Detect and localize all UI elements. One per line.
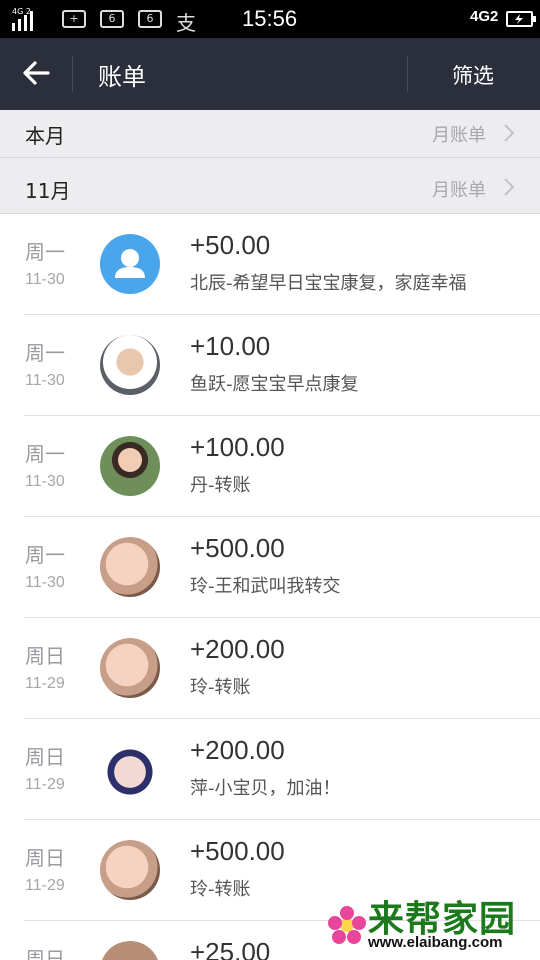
avatar — [100, 941, 160, 960]
clock: 15:56 — [242, 6, 298, 31]
header-bar: 账单 筛选 — [0, 38, 540, 110]
divider — [407, 56, 408, 92]
divider — [72, 56, 73, 92]
date: 11-30 — [25, 372, 65, 389]
status-bar: 4G 2 + 6 6 支 15:56 4G2 — [0, 0, 540, 38]
amount: +25.00 — [190, 937, 271, 960]
monthly-bill-link[interactable]: 月账单 — [432, 176, 486, 202]
flower-icon — [328, 906, 366, 944]
network-indicator: 4G2 — [470, 8, 499, 25]
weekday: 周一 — [25, 543, 65, 567]
date: 11-29 — [25, 776, 65, 793]
list-item[interactable]: 周一 11-30 +10.00 鱼跃-愿宝宝早点康复 — [0, 315, 540, 416]
filter-button[interactable]: 筛选 — [452, 60, 494, 90]
note: 鱼跃-愿宝宝早点康复 — [190, 374, 359, 395]
note: 北辰-希望早日宝宝康复，家庭幸福 — [190, 273, 467, 294]
section-this-month[interactable]: 本月 月账单 — [0, 110, 540, 158]
watermark-url: www.elaibang.com — [368, 934, 503, 951]
watermark-logo: 来帮家园 www.elaibang.com — [322, 890, 534, 954]
monthly-bill-link[interactable]: 月账单 — [432, 121, 486, 147]
amount: +10.00 — [190, 331, 271, 361]
weekday: 周日 — [25, 846, 65, 870]
list-item[interactable]: 周日 11-29 +200.00 玲-转账 — [0, 618, 540, 719]
avatar — [100, 537, 160, 597]
avatar — [100, 335, 160, 395]
list-item[interactable]: 周一 11-30 +100.00 丹-转账 — [0, 416, 540, 517]
chevron-right-icon — [504, 124, 515, 142]
amount: +500.00 — [190, 836, 285, 866]
page-title: 账单 — [98, 63, 146, 91]
avatar — [100, 436, 160, 496]
date: 11-30 — [25, 473, 65, 490]
default-user-icon — [115, 249, 145, 278]
avatar — [100, 739, 160, 799]
alipay-icon: 支 — [176, 11, 196, 35]
amount: +50.00 — [190, 230, 271, 260]
amount: +200.00 — [190, 634, 285, 664]
section-november[interactable]: 11月 月账单 — [0, 158, 540, 214]
sim-6-icon: 6 — [100, 10, 124, 28]
note: 玲-转账 — [190, 677, 251, 698]
date: 11-29 — [25, 877, 65, 894]
weekday: 周日 — [25, 745, 65, 769]
section-label: 11月 — [25, 179, 71, 203]
weekday: 周一 — [25, 341, 65, 365]
weekday: 周日 — [25, 947, 65, 960]
section-label: 本月 — [25, 124, 65, 148]
note: 丹-转账 — [190, 475, 251, 496]
signal-icon: 4G 2 — [12, 7, 33, 31]
amount: +200.00 — [190, 735, 285, 765]
weekday: 周一 — [25, 240, 65, 264]
note: 玲-转账 — [190, 879, 251, 900]
note: 玲-王和武叫我转交 — [190, 576, 341, 597]
avatar — [100, 638, 160, 698]
chevron-right-icon — [504, 178, 515, 196]
weekday: 周一 — [25, 442, 65, 466]
avatar — [100, 840, 160, 900]
sim-6b-icon: 6 — [138, 10, 162, 28]
note: 萍-小宝贝，加油！ — [190, 778, 341, 799]
avatar — [100, 234, 160, 294]
date: 11-29 — [25, 675, 65, 692]
list-item[interactable]: 周日 11-29 +200.00 萍-小宝贝，加油！ — [0, 719, 540, 820]
amount: +100.00 — [190, 432, 285, 462]
weekday: 周日 — [25, 644, 65, 668]
sim-plus-icon: + — [62, 10, 86, 28]
back-arrow-icon[interactable] — [20, 56, 54, 90]
battery-icon — [506, 11, 536, 27]
date: 11-30 — [25, 574, 65, 591]
list-item[interactable]: 周一 11-30 +50.00 北辰-希望早日宝宝康复，家庭幸福 — [0, 214, 540, 315]
signal-tag: 4G 2 — [12, 7, 31, 16]
amount: +500.00 — [190, 533, 285, 563]
date: 11-30 — [25, 271, 65, 288]
list-item[interactable]: 周一 11-30 +500.00 玲-王和武叫我转交 — [0, 517, 540, 618]
